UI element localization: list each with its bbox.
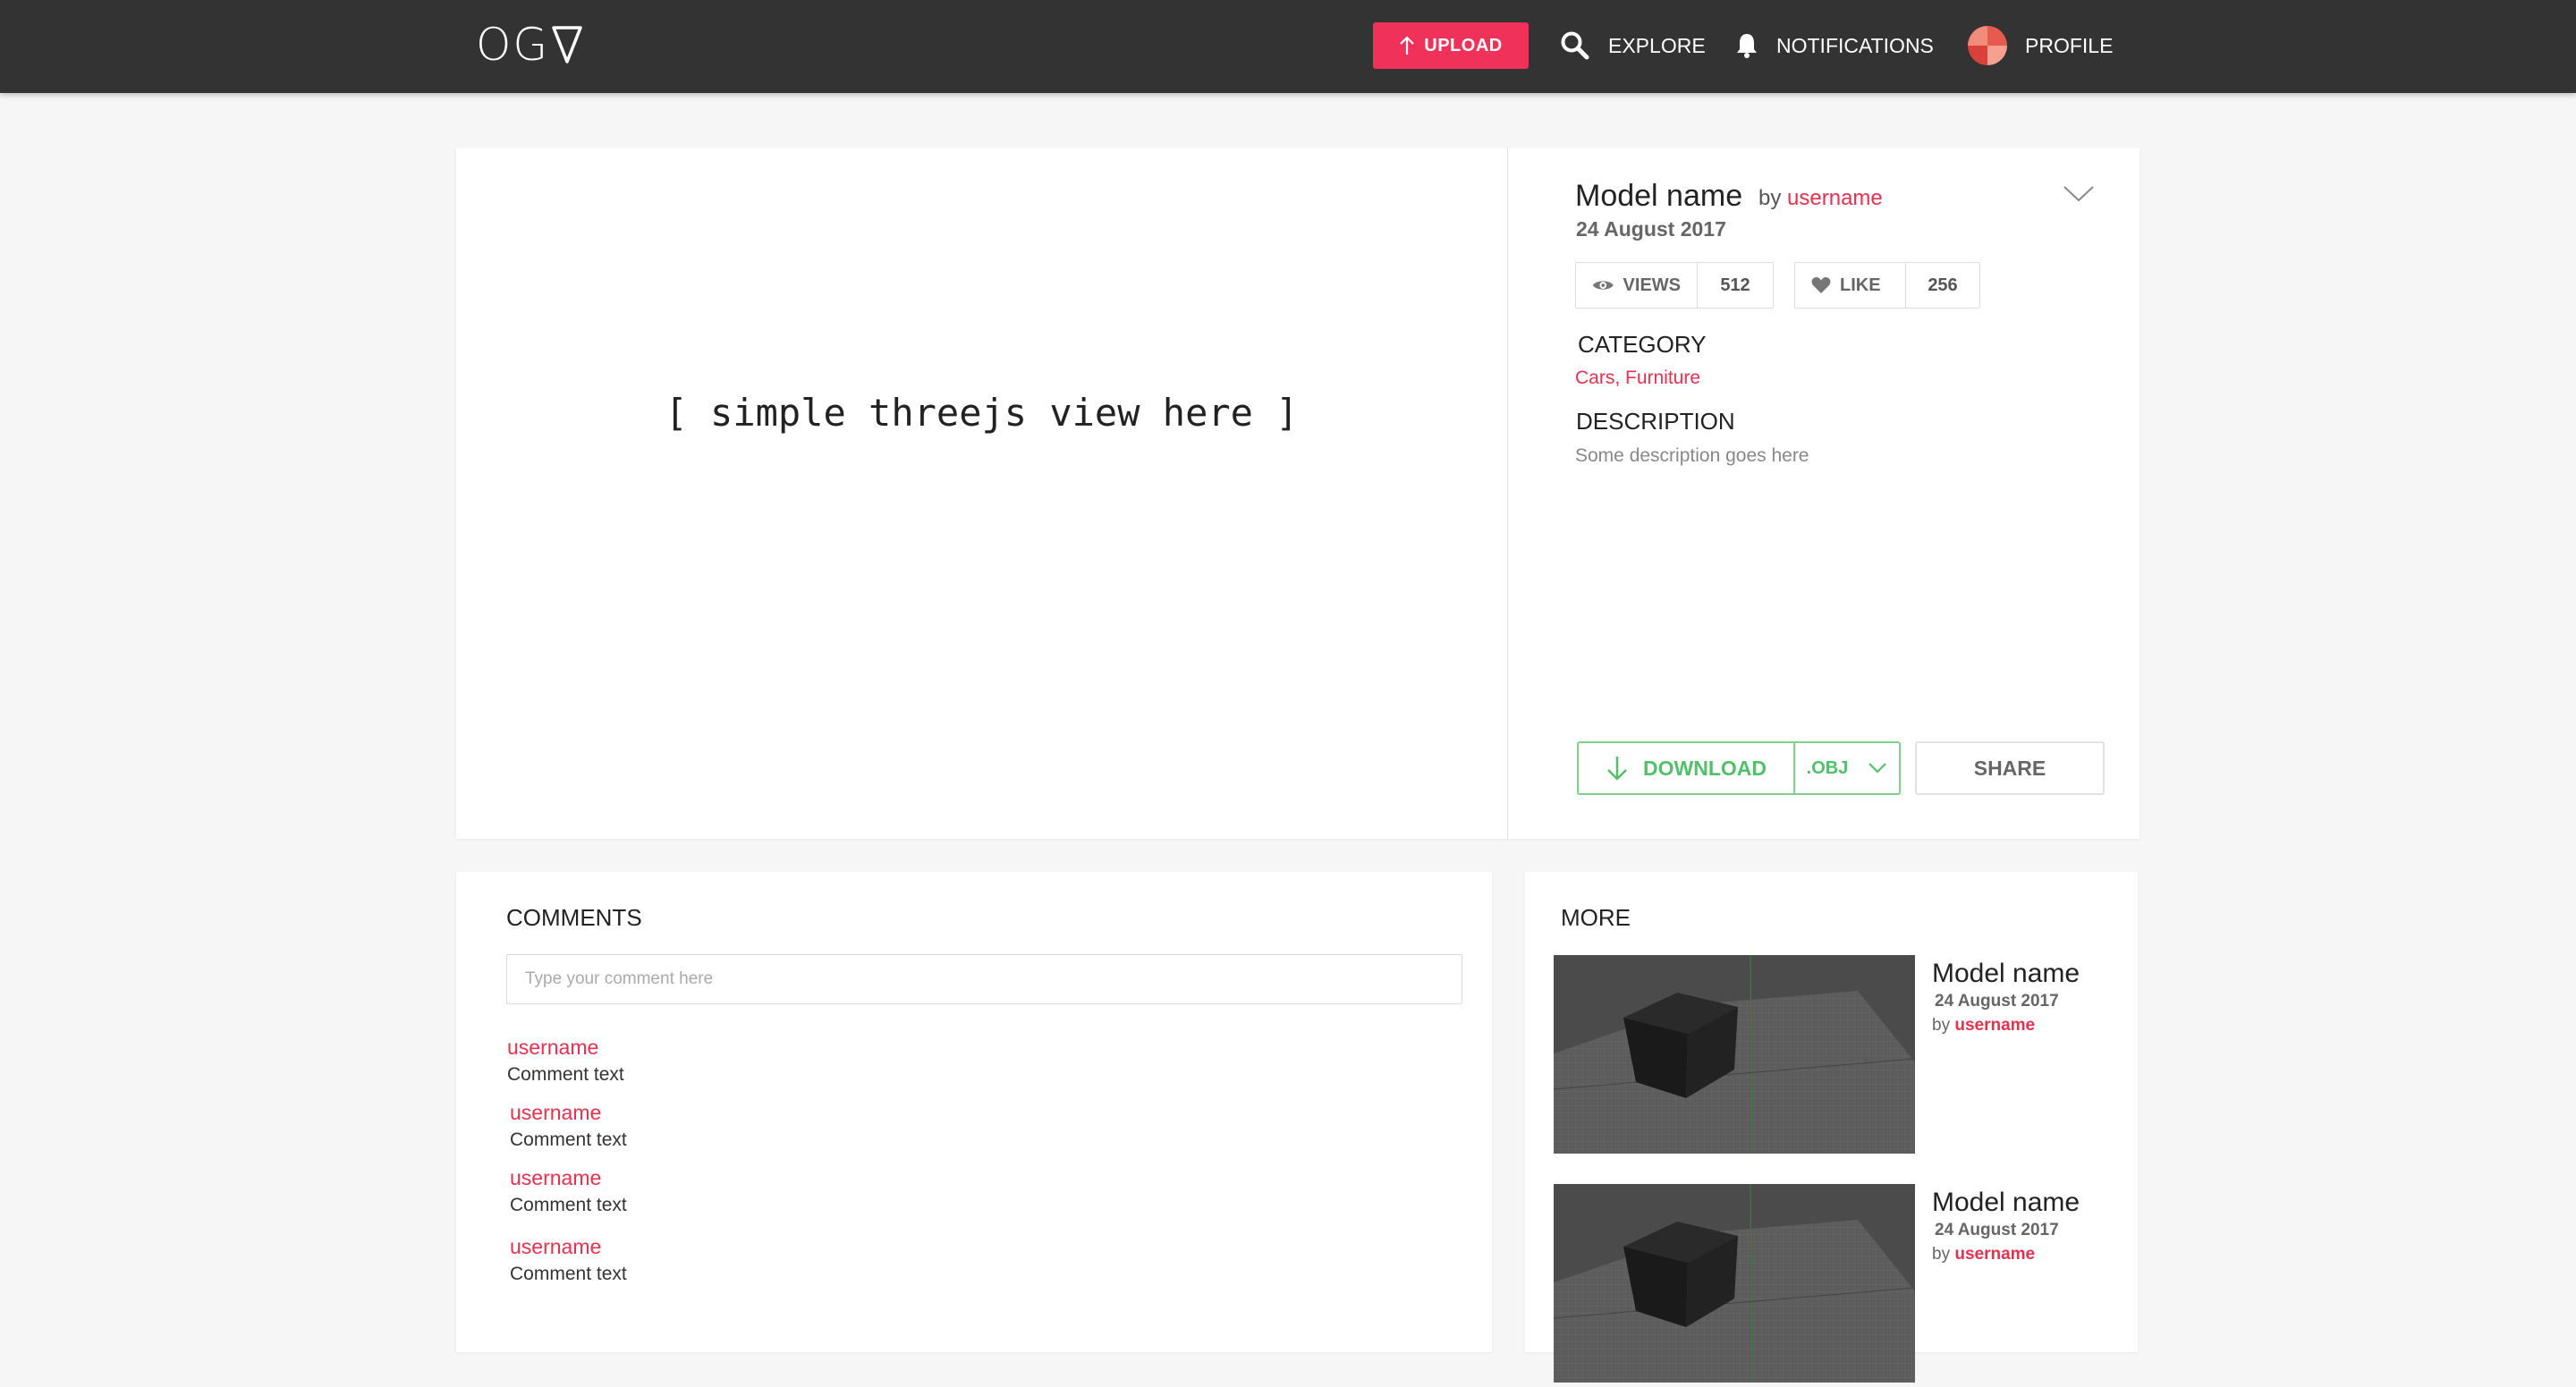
logo-text: OG [476, 19, 550, 71]
share-button[interactable]: SHARE [1915, 741, 2105, 795]
like-count: 256 [1928, 275, 1958, 295]
model-author: by username [1758, 186, 1883, 211]
model-title: Model name [1575, 179, 1743, 213]
comment-text: Comment text [507, 1064, 624, 1085]
model-thumbnail[interactable] [1553, 954, 1916, 1154]
comment-item: username Comment text [507, 1036, 624, 1086]
comment-text: Comment text [510, 1129, 627, 1150]
model-card: [ simple threejs view here ] Model name … [456, 148, 2140, 839]
comment-username[interactable]: username [510, 1235, 627, 1259]
author-link[interactable]: username [1954, 1245, 2035, 1264]
share-label: SHARE [1973, 756, 2046, 780]
nav-notifications[interactable]: NOTIFICATIONS [1735, 23, 1934, 68]
eye-icon [1592, 281, 1614, 290]
like-label-box: LIKE [1795, 263, 1906, 308]
download-button[interactable]: DOWNLOAD [1579, 743, 1795, 793]
nav-profile[interactable]: PROFILE [1968, 23, 2113, 68]
views-stat: VIEWS 512 [1575, 262, 1774, 309]
search-icon [1560, 30, 1590, 61]
views-count: 512 [1720, 275, 1750, 295]
download-label: DOWNLOAD [1643, 756, 1767, 780]
arrow-up-icon [1400, 36, 1415, 55]
cube-render-image [1553, 954, 1916, 1154]
views-label-box: VIEWS [1576, 263, 1698, 308]
avatar [1968, 26, 2007, 65]
views-label: VIEWS [1623, 275, 1681, 295]
author-link[interactable]: username [1787, 186, 1883, 210]
format-select[interactable]: .OBJ [1795, 743, 1899, 793]
more-card: MORE Model name 24 August 2017 by userna… [1525, 872, 2138, 1383]
more-title: MORE [1561, 904, 1631, 931]
chevron-down-icon [1868, 763, 1887, 774]
comment-item: username Comment text [510, 1166, 627, 1216]
model-thumbnail[interactable] [1553, 1183, 1916, 1383]
more-model-author: by username [1932, 1016, 2035, 1036]
chevron-down-icon[interactable] [2063, 185, 2095, 203]
more-model-date: 24 August 2017 [1935, 992, 2059, 1011]
comments-title: COMMENTS [506, 904, 642, 931]
top-navigation-bar: OG UPLOAD EXPLORE NOTIFICATIONS PROFILE [0, 0, 2576, 93]
more-model-name[interactable]: Model name [1932, 1188, 2080, 1218]
by-prefix: by [1758, 186, 1782, 210]
comment-input[interactable] [506, 954, 1462, 1004]
viewer-placeholder-text: [ simple threejs view here ] [665, 391, 1299, 435]
comment-text: Comment text [510, 1195, 627, 1215]
description-text: Some description goes here [1575, 445, 1809, 466]
format-value: .OBJ [1806, 757, 1849, 778]
like-label: LIKE [1840, 275, 1881, 295]
comments-card: COMMENTS username Comment text username … [456, 872, 1492, 1352]
model-info-panel: Model name by username 24 August 2017 VI… [1508, 148, 2140, 839]
nav-notifications-label: NOTIFICATIONS [1776, 33, 1934, 57]
by-prefix: by [1932, 1016, 1951, 1035]
upload-label: UPLOAD [1424, 35, 1503, 55]
bell-icon [1735, 32, 1758, 59]
author-link[interactable]: username [1954, 1016, 2035, 1035]
comment-username[interactable]: username [510, 1166, 627, 1190]
download-group: DOWNLOAD .OBJ [1577, 741, 1901, 795]
heart-icon [1811, 277, 1831, 293]
nav-explore-label: EXPLORE [1608, 33, 1706, 57]
nav-profile-label: PROFILE [2025, 33, 2114, 57]
by-prefix: by [1932, 1245, 1951, 1264]
logo-triangle-icon [552, 26, 582, 63]
more-model-author: by username [1932, 1245, 2035, 1264]
description-heading: DESCRIPTION [1576, 408, 1735, 435]
comment-item: username Comment text [510, 1101, 627, 1151]
comment-username[interactable]: username [510, 1101, 627, 1125]
comment-item: username Comment text [510, 1235, 627, 1285]
nav-explore[interactable]: EXPLORE [1560, 23, 1706, 68]
cube-render-image [1553, 1183, 1916, 1383]
download-arrow-icon [1607, 757, 1627, 781]
logo[interactable]: OG [476, 18, 583, 72]
model-viewer[interactable]: [ simple threejs view here ] [456, 148, 1508, 839]
category-links[interactable]: Cars, Furniture [1575, 368, 1700, 389]
comment-username[interactable]: username [507, 1036, 624, 1060]
comment-text: Comment text [510, 1264, 627, 1284]
more-model-date: 24 August 2017 [1935, 1221, 2059, 1239]
category-heading: CATEGORY [1578, 331, 1707, 358]
upload-button[interactable]: UPLOAD [1373, 22, 1529, 69]
more-model-name[interactable]: Model name [1932, 959, 2080, 989]
model-date: 24 August 2017 [1576, 217, 1726, 241]
like-button[interactable]: LIKE 256 [1794, 262, 1980, 309]
